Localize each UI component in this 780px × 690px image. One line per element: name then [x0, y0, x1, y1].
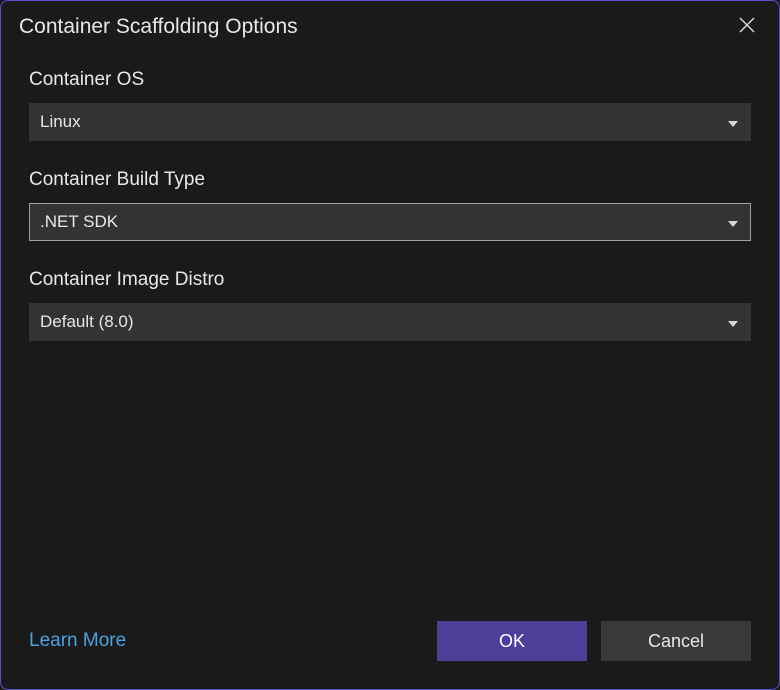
container-image-distro-label: Container Image Distro [29, 269, 751, 291]
container-build-type-value: .NET SDK [40, 212, 118, 232]
learn-more-link[interactable]: Learn More [29, 630, 126, 652]
cancel-button[interactable]: Cancel [601, 621, 751, 661]
container-image-distro-value: Default (8.0) [40, 312, 134, 332]
dialog-footer: Learn More OK Cancel [1, 621, 779, 689]
container-os-label: Container OS [29, 69, 751, 91]
container-build-type-label: Container Build Type [29, 169, 751, 191]
container-image-distro-select[interactable]: Default (8.0) [29, 303, 751, 341]
container-build-type-select[interactable]: .NET SDK [29, 203, 751, 241]
dialog-title: Container Scaffolding Options [19, 15, 298, 39]
close-icon [738, 16, 756, 39]
dialog-content: Container OS Linux Container Build Type … [1, 49, 779, 621]
chevron-down-icon [728, 112, 738, 132]
container-os-select[interactable]: Linux [29, 103, 751, 141]
ok-button[interactable]: OK [437, 621, 587, 661]
container-os-value: Linux [40, 112, 81, 132]
chevron-down-icon [728, 312, 738, 332]
chevron-down-icon [728, 212, 738, 232]
close-button[interactable] [733, 13, 761, 41]
container-os-group: Container OS Linux [29, 69, 751, 141]
titlebar: Container Scaffolding Options [1, 1, 779, 49]
container-image-distro-group: Container Image Distro Default (8.0) [29, 269, 751, 341]
container-scaffolding-dialog: Container Scaffolding Options Container … [0, 0, 780, 690]
container-build-type-group: Container Build Type .NET SDK [29, 169, 751, 241]
